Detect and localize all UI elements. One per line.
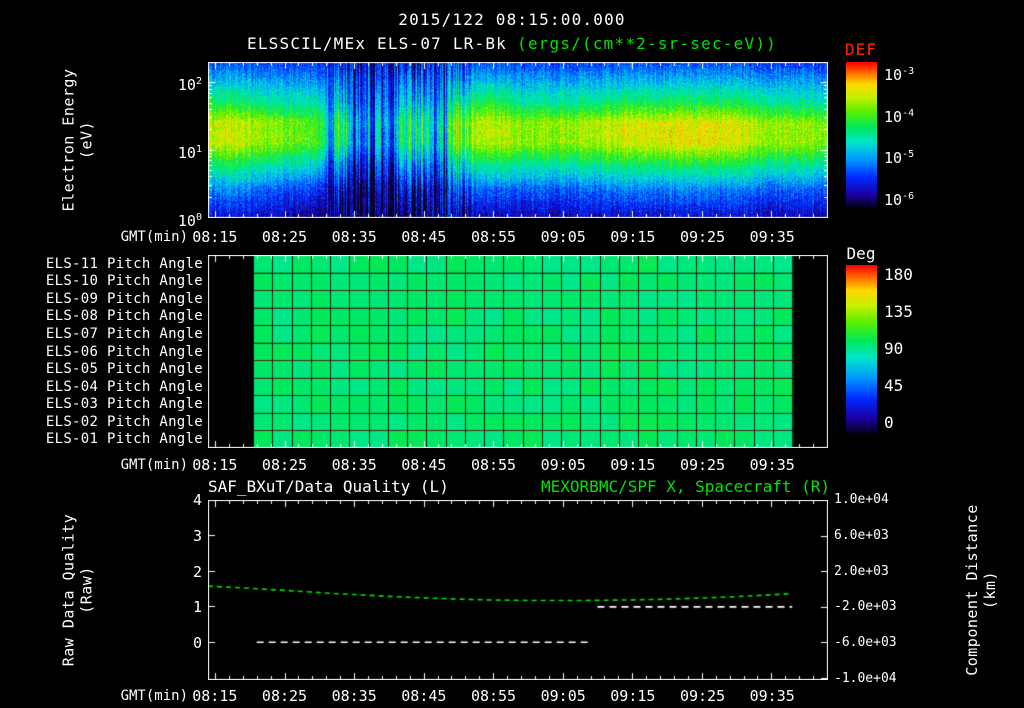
- pitch-row-label: ELS-03 Pitch Angle: [45, 396, 203, 413]
- panel3-right-ticks: 1.0e+04 6.0e+03 2.0e+03 -2.0e+03 -6.0e+03 -1.…: [834, 491, 908, 688]
- gmt-axis-label: GMT(min): [120, 688, 188, 704]
- time-tick-label: 09:05: [540, 687, 586, 705]
- time-tick-label: 08:25: [261, 228, 308, 246]
- pitch-row-label: ELS-07 Pitch Angle: [45, 325, 203, 342]
- panel2-time-ticks: 08:15 08:25 08:35 08:45 08:55 09:05 09:15 09:25…: [180, 456, 807, 474]
- pitch-row-label: ELS-09 Pitch Angle: [45, 290, 203, 307]
- pitch-angle-row-labels: ELS-11 Pitch Angle ELS-10 Pitch Angle ELS-…: [26, 255, 203, 448]
- pitch-row-label: ELS-08 Pitch Angle: [45, 308, 203, 325]
- left-ytick-label: 1: [192, 598, 202, 617]
- deg-colorbar-ticks: 180 135 90 45 0: [884, 266, 928, 432]
- right-ytick-label: -1.0e+04: [834, 670, 897, 686]
- def-colorbar-ticks: 10-3 10-4 10-5 10-6: [884, 63, 944, 209]
- science-plot-screen: 2015/122 08:15:00.000 ELSSCIL/MEx ELS-07…: [0, 0, 1024, 708]
- ylabel-line2: (km): [981, 570, 999, 610]
- deg-colorbar-tick: 180: [884, 265, 913, 284]
- deg-colorbar-title: Deg: [846, 244, 876, 263]
- time-tick-label: 08:45: [401, 456, 447, 474]
- time-tick-label: 08:35: [331, 228, 377, 246]
- deg-colorbar-tick: 135: [884, 302, 913, 321]
- ylabel-line1: Raw Data Quality: [59, 513, 77, 667]
- ylabel-line1: Electron Energy: [59, 68, 77, 212]
- panel3-left-ticks: 4 3 2 1 0: [164, 491, 202, 652]
- right-ytick-label: -6.0e+03: [834, 635, 897, 651]
- p1-ytick-1e2: 102: [177, 76, 202, 94]
- gmt-axis-label: GMT(min): [120, 457, 188, 473]
- time-tick-label: 08:25: [261, 456, 308, 474]
- datetime-title: 2015/122 08:15:00.000: [398, 10, 626, 29]
- p1-ytick-1e1: 101: [177, 144, 202, 162]
- left-ytick-label: 2: [192, 562, 202, 581]
- pitch-row-label: ELS-04 Pitch Angle: [45, 378, 203, 395]
- deg-colorbar-tick: 90: [884, 339, 904, 358]
- time-tick-label: 09:25: [679, 687, 726, 705]
- left-ytick-label: 3: [192, 526, 202, 545]
- time-tick-label: 08:35: [331, 687, 377, 705]
- deg-colorbar-tick: 0: [884, 413, 894, 432]
- ylabel-line2: (eV): [77, 120, 95, 160]
- electron-energy-axis-label: Electron Energy (eV): [45, 62, 109, 218]
- pitch-row-label: ELS-05 Pitch Angle: [45, 361, 203, 378]
- def-colorbar-tick: 10-5: [884, 149, 915, 168]
- panel1-time-ticks: 08:15 08:25 08:35 08:45 08:55 09:05 09:15 09:25…: [180, 228, 807, 246]
- time-tick-label: 09:25: [679, 456, 726, 474]
- instrument-title: ELSSCIL/MEx ELS-07 LR-Bk: [247, 34, 507, 53]
- pitch-row-label: ELS-06 Pitch Angle: [45, 343, 203, 360]
- time-tick-label: 09:05: [540, 228, 586, 246]
- def-colorbar-tick: 10-4: [884, 107, 915, 126]
- deg-colorbar: [846, 265, 877, 433]
- time-tick-label: 09:15: [610, 228, 656, 246]
- def-colorbar-title: DEF: [845, 40, 877, 59]
- time-tick-label: 08:55: [470, 687, 517, 705]
- time-tick-label: 09:25: [679, 228, 726, 246]
- time-tick-label: 09:15: [610, 687, 656, 705]
- raw-data-quality-axis-label: Raw Data Quality (Raw): [45, 500, 109, 680]
- p1-ytick-1e0: 100: [177, 212, 202, 230]
- time-tick-label: 08:15: [192, 228, 238, 246]
- gmt-axis-label: GMT(min): [120, 229, 188, 245]
- panel3-time-ticks: 08:15 08:25 08:35 08:45 08:55 09:05 09:15 09:25…: [180, 687, 807, 705]
- electron-energy-spectrogram-canvas: [208, 62, 828, 218]
- right-ytick-label: -2.0e+03: [834, 599, 897, 615]
- component-distance-axis-label: Component Distance (km): [949, 500, 1013, 680]
- time-tick-label: 08:25: [261, 687, 308, 705]
- right-ytick-label: 1.0e+04: [834, 492, 889, 507]
- time-tick-label: 09:35: [749, 456, 795, 474]
- units-label: (ergs/(cm**2-sr-sec-eV)): [517, 34, 777, 53]
- spacecraft-series-title: MEXORBMC/SPF X, Spacecraft (R): [541, 477, 830, 496]
- left-ytick-label: 4: [192, 491, 202, 509]
- deg-colorbar-tick: 45: [884, 376, 904, 395]
- pitch-row-label: ELS-02 Pitch Angle: [45, 413, 203, 430]
- time-tick-label: 08:45: [401, 687, 447, 705]
- right-ytick-label: 6.0e+03: [834, 527, 889, 543]
- left-ytick-label: 0: [192, 634, 202, 652]
- time-tick-label: 09:35: [749, 687, 795, 705]
- right-ytick-label: 2.0e+03: [834, 563, 889, 579]
- def-colorbar: [846, 62, 877, 207]
- time-tick-label: 09:05: [540, 456, 586, 474]
- ylabel-line2: (Raw): [77, 566, 95, 614]
- time-tick-label: 08:15: [192, 456, 238, 474]
- time-tick-label: 08:55: [470, 456, 517, 474]
- time-tick-label: 09:35: [749, 228, 795, 246]
- ylabel-line1: Component Distance: [963, 504, 981, 676]
- def-colorbar-tick: 10-3: [884, 66, 915, 84]
- quality-distance-line-canvas: [208, 500, 828, 680]
- time-tick-label: 08:55: [470, 228, 517, 246]
- panel3-titles: SAF_BXuT/Data Quality (L) MEXORBMC/SPF X…: [208, 478, 830, 496]
- time-tick-label: 08:15: [192, 687, 238, 705]
- pitch-row-label: ELS-10 Pitch Angle: [45, 273, 203, 290]
- pitch-row-label: ELS-11 Pitch Angle: [45, 255, 203, 272]
- pitch-row-label: ELS-01 Pitch Angle: [45, 431, 203, 448]
- def-colorbar-tick: 10-6: [884, 190, 915, 209]
- time-tick-label: 08:45: [401, 228, 447, 246]
- pitch-angle-heatmap-canvas: [208, 255, 828, 448]
- time-tick-label: 09:15: [610, 456, 656, 474]
- quality-series-title: SAF_BXuT/Data Quality (L): [208, 477, 449, 496]
- time-tick-label: 08:35: [331, 456, 377, 474]
